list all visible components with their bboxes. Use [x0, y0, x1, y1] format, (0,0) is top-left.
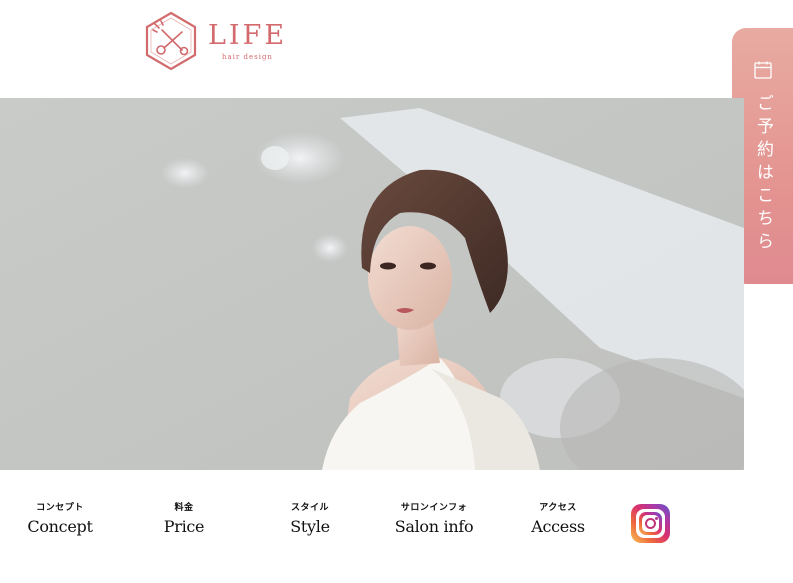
nav-item-price[interactable]: 料金 Price — [144, 504, 224, 535]
brand-tagline: hair design — [222, 53, 273, 61]
brand-name: LIFE — [208, 20, 288, 51]
woman-portrait-photo — [0, 98, 744, 470]
nav-item-salon-info-jp: サロンインフォ — [400, 503, 468, 513]
main-nav: コンセプト Concept 料金 Price スタイル Style サロンインフ… — [0, 470, 793, 583]
instagram-icon[interactable] — [631, 504, 670, 543]
nav-item-style-jp: スタイル — [290, 503, 329, 513]
site-logo[interactable]: LIFE hair design — [140, 10, 300, 74]
nav-item-salon-info-en: Salon info — [394, 517, 474, 536]
nav-item-access[interactable]: アクセス Access — [518, 504, 598, 535]
hero-image — [0, 98, 744, 470]
instagram-icon-ring — [639, 512, 662, 535]
nav-item-concept[interactable]: コンセプト Concept — [20, 504, 100, 535]
nav-item-salon-info[interactable]: サロンインフォ Salon info — [386, 504, 482, 535]
calendar-icon — [753, 61, 772, 79]
nav-item-access-en: Access — [531, 517, 585, 536]
nav-item-style[interactable]: スタイル Style — [270, 504, 350, 535]
scissors-hexagon-logo-icon — [145, 11, 197, 71]
instagram-icon-dot — [655, 517, 658, 520]
nav-item-price-jp: 料金 — [174, 503, 194, 513]
nav-item-concept-jp: コンセプト — [36, 503, 84, 513]
instagram-icon-lens — [645, 518, 656, 529]
nav-item-style-en: Style — [290, 517, 330, 536]
instagram-icon-hole — [642, 515, 659, 532]
nav-item-price-en: Price — [163, 517, 205, 536]
nav-item-concept-en: Concept — [27, 517, 93, 536]
instagram-icon-frame — [636, 509, 665, 538]
nav-item-access-jp: アクセス — [539, 503, 577, 513]
reservation-label: ご予約はこちら — [753, 94, 773, 255]
